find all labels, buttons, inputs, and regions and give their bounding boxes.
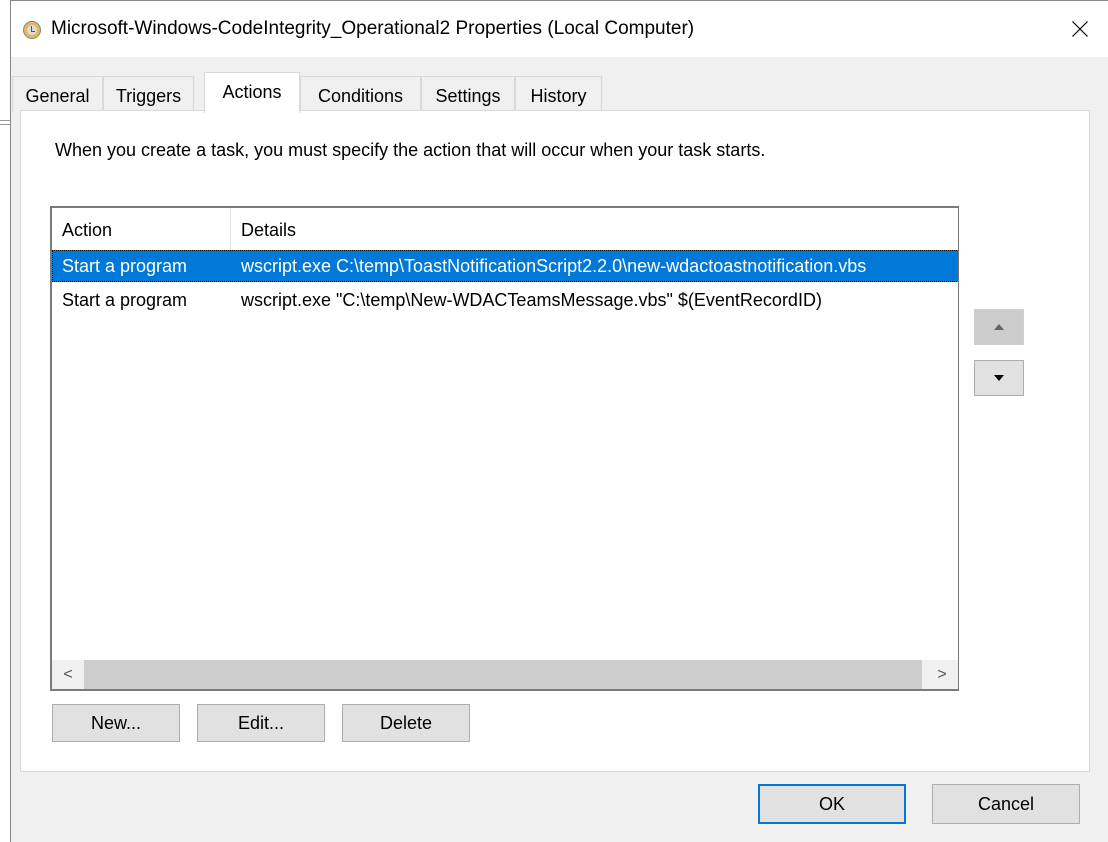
window-title: Microsoft-Windows-CodeIntegrity_Operatio… [51, 18, 695, 39]
tab-general[interactable]: General [12, 76, 103, 112]
tab-conditions[interactable]: Conditions [300, 76, 421, 112]
actions-description: When you create a task, you must specify… [55, 140, 766, 160]
row-action: Start a program [62, 256, 188, 276]
background-window-edge [0, 0, 10, 842]
new-action-button[interactable]: New... [52, 704, 180, 742]
move-up-button[interactable] [974, 309, 1024, 345]
tab-history[interactable]: History [515, 76, 602, 112]
cancel-button[interactable]: Cancel [932, 784, 1080, 824]
background-line [0, 120, 10, 121]
tab-settings[interactable]: Settings [421, 76, 515, 112]
actions-list[interactable]: Action Details Start a program wscript.e… [50, 206, 959, 691]
close-icon [1072, 21, 1088, 37]
edit-action-button[interactable]: Edit... [197, 704, 325, 742]
list-header: Action Details [52, 208, 958, 250]
close-button[interactable] [1052, 1, 1108, 57]
tab-triggers[interactable]: Triggers [103, 76, 194, 112]
action-row-1[interactable]: Start a program wscript.exe C:\temp\Toas… [52, 250, 958, 282]
triangle-down-icon [994, 375, 1004, 381]
scroll-right-button[interactable]: > [926, 660, 958, 689]
ok-button[interactable]: OK [758, 784, 906, 824]
action-row-2[interactable]: Start a program wscript.exe "C:\temp\New… [52, 284, 958, 316]
column-header-details[interactable]: Details [231, 208, 931, 250]
tab-actions[interactable]: Actions [204, 72, 300, 113]
horizontal-scrollbar[interactable]: < > [52, 660, 958, 689]
background-line [0, 124, 10, 125]
clock-icon [23, 21, 41, 39]
scrollbar-thumb[interactable] [84, 660, 922, 689]
delete-action-button[interactable]: Delete [342, 704, 470, 742]
row-action: Start a program [62, 290, 188, 310]
title-bar: Microsoft-Windows-CodeIntegrity_Operatio… [11, 1, 1108, 57]
row-details: wscript.exe "C:\temp\New-WDACTeamsMessag… [241, 290, 822, 310]
column-header-action[interactable]: Action [52, 208, 230, 250]
move-down-button[interactable] [974, 360, 1024, 396]
row-details: wscript.exe C:\temp\ToastNotificationScr… [241, 256, 867, 276]
scroll-left-button[interactable]: < [52, 660, 84, 689]
actions-tab-panel: When you create a task, you must specify… [20, 110, 1090, 772]
triangle-up-icon [994, 324, 1004, 330]
